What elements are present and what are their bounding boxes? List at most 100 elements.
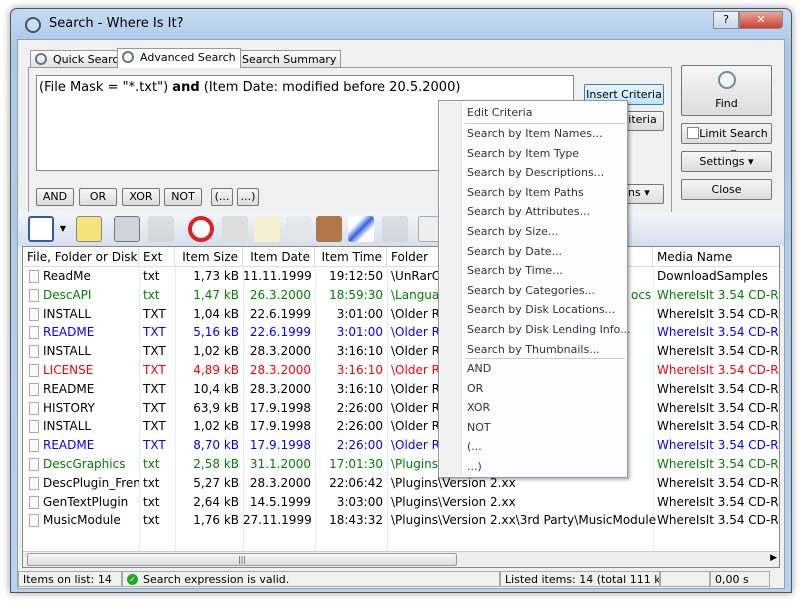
highlight-icon[interactable]: [76, 216, 102, 242]
cell-date: 22.6.1999: [249, 306, 311, 321]
column-header-name[interactable]: File, Folder or Disk: [23, 247, 139, 267]
export-icon[interactable]: [148, 216, 174, 242]
table-row[interactable]: README TXT 8,70 kB 17.9.1998 2:26:00 \Older R…: [23, 437, 779, 456]
menu-item-search-criteria[interactable]: Search by Disk Locations...: [467, 300, 615, 319]
menu-item-operator[interactable]: (...: [467, 437, 482, 456]
table-row[interactable]: README TXT 5,16 kB 22.6.1999 3:01:00 \Older R…: [23, 324, 779, 343]
scroll-right-arrow[interactable]: ▶: [770, 553, 777, 563]
cell-size: 1,76 kB: [193, 513, 239, 528]
cell-name: HISTORY: [43, 400, 95, 415]
horizontal-scrollbar[interactable]: ||| ▶: [23, 551, 779, 567]
not-button[interactable]: NOT: [164, 188, 202, 206]
cell-media: WhereIsIt 3.54 CD-ROM: [657, 325, 779, 340]
table-row[interactable]: INSTALL TXT 1,02 kB 28.3.2000 3:16:10 \Older …: [23, 343, 779, 362]
cell-name: ReadMe: [43, 269, 91, 283]
cell-size: 2,58 kB: [193, 457, 239, 471]
move-icon[interactable]: [382, 216, 408, 242]
table-row[interactable]: DescAPI txt 1,47 kB 26.3.2000 18:59:30 \Langu…: [23, 287, 779, 306]
tab-advanced-search[interactable]: Advanced Search: [117, 48, 241, 68]
menu-item-operator[interactable]: AND: [467, 359, 491, 378]
menu-item-operator[interactable]: ...): [467, 457, 482, 476]
results-table: File, Folder or Disk Ext Item Size Item …: [22, 246, 780, 568]
menu-item-operator[interactable]: OR: [467, 379, 483, 398]
magnifier-icon: [718, 71, 736, 89]
and-button[interactable]: AND: [36, 188, 74, 206]
cell-name: DescPlugin_French: [43, 475, 139, 490]
cell-ext: txt: [143, 287, 160, 302]
note-icon[interactable]: [254, 216, 280, 242]
open-paren-button[interactable]: (...: [211, 188, 233, 206]
limit-search-button[interactable]: Limit Search ▾: [681, 123, 772, 159]
table-row[interactable]: HISTORY TXT 63,9 kB 17.9.1998 2:26:00 \Older …: [23, 400, 779, 419]
cell-name: DescAPI: [43, 287, 92, 302]
tab-quick-search[interactable]: Quick Search: [30, 50, 131, 67]
table-row[interactable]: INSTALL TXT 1,04 kB 22.6.1999 3:01:00 \Older …: [23, 306, 779, 325]
menu-item-search-criteria[interactable]: Search by Item Names...: [467, 124, 603, 143]
column-header-ext[interactable]: Ext: [139, 247, 175, 267]
rocket-icon[interactable]: [348, 216, 374, 242]
or-button[interactable]: OR: [79, 188, 117, 206]
cell-size: 1,04 kB: [193, 306, 239, 321]
chevron-down-icon[interactable]: ▼: [58, 216, 68, 242]
scrollbar-thumb[interactable]: |||: [27, 553, 457, 566]
menu-item-search-criteria[interactable]: Search by Categories...: [467, 281, 595, 300]
menu-item-search-criteria[interactable]: Search by Item Paths: [467, 183, 584, 202]
menu-item-operator[interactable]: NOT: [467, 418, 491, 437]
file-icon: [29, 288, 39, 302]
view-mode-icon[interactable]: [28, 216, 54, 242]
menu-item-edit-criteria[interactable]: Edit Criteria: [467, 103, 532, 122]
cell-name: INSTALL: [43, 306, 92, 321]
report-icon[interactable]: [222, 216, 248, 242]
menu-item-search-criteria[interactable]: Search by Descriptions...: [467, 163, 604, 182]
table-row[interactable]: MusicModule txt 1,76 kB 27.11.1999 18:43:32 \…: [23, 512, 779, 531]
help-button[interactable]: ?: [713, 11, 739, 29]
cell-name: MusicModule: [43, 513, 121, 528]
menu-item-search-criteria[interactable]: Search by Date...: [467, 242, 562, 261]
cell-date: 17.9.1998: [249, 400, 311, 415]
menu-item-search-criteria[interactable]: Search by Size...: [467, 222, 558, 241]
column-header-size[interactable]: Item Size: [175, 247, 243, 267]
find-button[interactable]: Find: [681, 65, 772, 116]
table-row[interactable]: LICENSE TXT 4,89 kB 28.3.2000 3:16:10 \Older …: [23, 362, 779, 381]
menu-item-search-criteria[interactable]: Search by Time...: [467, 261, 563, 280]
status-bar: Items on list: 14 ✓ Search expression is …: [18, 570, 784, 588]
menu-item-search-criteria[interactable]: Search by Thumbnails...: [467, 340, 600, 359]
column-header-time[interactable]: Item Time: [315, 247, 387, 267]
insert-criteria-menu: Edit Criteria Search by Item Names... Sear…: [438, 100, 631, 478]
limit-search-checkbox[interactable]: [687, 127, 699, 139]
cell-media: DownloadSamples: [657, 269, 768, 283]
menu-item-search-criteria[interactable]: Search by Disk Lending Info...: [467, 320, 631, 339]
cell-media: WhereIsIt 3.54 CD-ROM: [657, 306, 779, 321]
close-button[interactable]: Close: [681, 179, 772, 200]
eye-icon[interactable]: [316, 216, 342, 242]
column-header-media[interactable]: Media Name: [653, 247, 779, 267]
find-duplicates-icon[interactable]: [286, 216, 312, 242]
cell-size: 2,64 kB: [193, 494, 239, 509]
close-window-button[interactable]: ✕: [739, 11, 783, 29]
xor-button[interactable]: XOR: [122, 188, 160, 206]
column-header-date[interactable]: Item Date: [243, 247, 315, 267]
cell-size: 63,9 kB: [193, 400, 239, 415]
table-row[interactable]: DescGraphics txt 2,58 kB 31.1.2000 17:01:30 \…: [23, 456, 779, 475]
table-row[interactable]: README TXT 10,4 kB 28.3.2000 3:16:10 \Older R…: [23, 381, 779, 400]
cell-media: WhereIsIt 3.54 CD-ROM: [657, 287, 779, 302]
search-icon: [35, 53, 47, 65]
cell-date: 27.11.1999: [243, 513, 311, 528]
print-icon[interactable]: [114, 216, 140, 242]
search-time: 0,00 s: [710, 571, 770, 587]
file-icon: [29, 326, 39, 340]
menu-item-search-criteria[interactable]: Search by Attributes...: [467, 202, 590, 221]
table-row[interactable]: INSTALL TXT 1,02 kB 17.9.1998 2:26:00 \Older …: [23, 418, 779, 437]
menu-item-search-criteria[interactable]: Search by Item Type: [467, 144, 579, 163]
menu-item-operator[interactable]: XOR: [467, 398, 490, 417]
cell-time: 3:16:10: [336, 344, 383, 359]
table-row[interactable]: ReadMe txt 1,73 kB 11.11.1999 19:12:50 \UnRar…: [23, 268, 779, 287]
target-icon[interactable]: [188, 216, 214, 242]
table-row[interactable]: GenTextPlugin txt 2,64 kB 14.5.1999 3:03:00 \…: [23, 494, 779, 513]
settings-button[interactable]: Settings ▾: [681, 151, 772, 172]
close-paren-button[interactable]: ...): [237, 188, 259, 206]
cell-name: LICENSE: [43, 363, 94, 377]
cell-size: 5,16 kB: [193, 325, 239, 340]
table-row[interactable]: DescPlugin_French txt 5,27 kB 28.3.2000 22:0…: [23, 475, 779, 494]
cell-name: INSTALL: [43, 419, 92, 434]
